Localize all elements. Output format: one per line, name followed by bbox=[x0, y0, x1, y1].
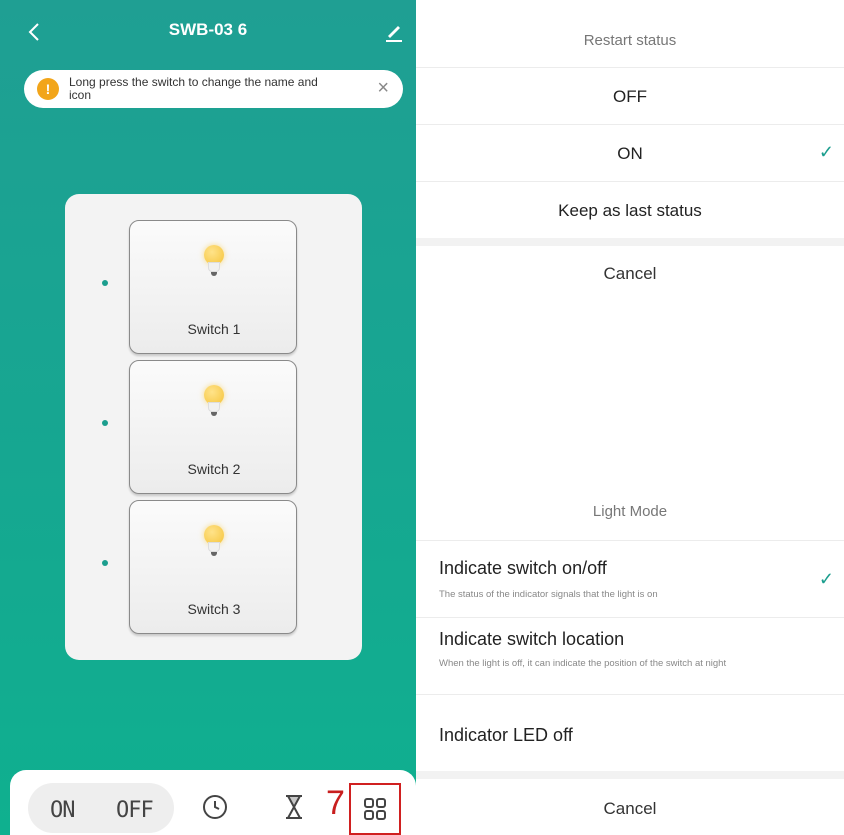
light-cancel-button[interactable]: Cancel bbox=[416, 799, 844, 819]
close-icon[interactable]: × bbox=[377, 78, 389, 98]
switch-2-button[interactable]: Switch 2 bbox=[129, 360, 297, 494]
restart-option-off[interactable]: OFF bbox=[416, 69, 844, 125]
settings-sheets: Restart status OFF ON ✓ Keep as last sta… bbox=[416, 0, 844, 835]
indicator-dot bbox=[102, 280, 108, 286]
option-label: ON bbox=[617, 144, 643, 163]
restart-option-on[interactable]: ON ✓ bbox=[416, 126, 844, 182]
tip-text: Long press the switch to change the name… bbox=[69, 75, 318, 102]
pencil-icon bbox=[386, 26, 402, 42]
checkmark-icon: ✓ bbox=[818, 569, 834, 589]
switch-3-button[interactable]: Switch 3 bbox=[129, 500, 297, 634]
option-description: When the light is off, it can indicate t… bbox=[439, 658, 727, 669]
top-bar: SWB-03 6 bbox=[0, 14, 416, 50]
section-gap bbox=[416, 238, 844, 246]
restart-status-title: Restart status bbox=[583, 32, 677, 49]
edit-button[interactable] bbox=[382, 18, 406, 46]
option-label: Indicate switch location bbox=[439, 629, 625, 649]
device-screen: SWB-03 6 ! Long press the switch to chan… bbox=[0, 0, 416, 835]
checkmark-icon: ✓ bbox=[818, 142, 834, 162]
switch-label: Switch 2 bbox=[187, 461, 241, 477]
more-button[interactable] bbox=[364, 798, 386, 820]
option-label: Keep as last status bbox=[558, 201, 702, 220]
bulb-icon bbox=[202, 245, 226, 281]
light-option-location[interactable]: Indicate switch location When the light … bbox=[416, 618, 844, 694]
on-off-group: ON OFF bbox=[28, 783, 174, 833]
switch-label: Switch 1 bbox=[187, 321, 241, 337]
switch-row: Switch 2 bbox=[65, 360, 362, 494]
schedule-button[interactable] bbox=[202, 794, 228, 820]
bottom-toolbar: ON OFF 7 bbox=[10, 770, 416, 835]
bulb-icon bbox=[202, 525, 226, 561]
light-option-led-off[interactable]: Indicator LED off bbox=[416, 695, 844, 771]
indicator-dot bbox=[102, 560, 108, 566]
option-label: Indicate switch on/off bbox=[439, 558, 607, 578]
warning-icon: ! bbox=[37, 78, 59, 100]
divider bbox=[416, 124, 844, 125]
restart-option-keep-last[interactable]: Keep as last status bbox=[416, 183, 844, 239]
option-label: OFF bbox=[613, 87, 647, 106]
switch-row: Switch 3 bbox=[65, 500, 362, 634]
switch-panel: Switch 1 Switch 2 Switch 3 bbox=[65, 194, 362, 660]
indicator-dot bbox=[102, 420, 108, 426]
switch-label: Switch 3 bbox=[187, 601, 241, 617]
timer-button[interactable] bbox=[282, 794, 306, 820]
page-title: SWB-03 6 bbox=[168, 20, 248, 39]
hourglass-icon bbox=[286, 795, 302, 819]
grid-icon bbox=[364, 798, 386, 820]
switch-row: Switch 1 bbox=[65, 220, 362, 354]
option-description: The status of the indicator signals that… bbox=[439, 589, 658, 600]
all-off-button[interactable]: OFF bbox=[116, 798, 154, 823]
section-gap bbox=[416, 771, 844, 779]
tip-banner: ! Long press the switch to change the na… bbox=[24, 70, 403, 108]
clock-icon bbox=[203, 795, 227, 819]
divider bbox=[416, 67, 844, 68]
all-on-button[interactable]: ON bbox=[50, 798, 75, 823]
annotation-number: 7 bbox=[326, 784, 345, 822]
bulb-icon bbox=[202, 385, 226, 421]
light-option-on-off[interactable]: Indicate switch on/off The status of the… bbox=[416, 541, 844, 617]
switch-1-button[interactable]: Switch 1 bbox=[129, 220, 297, 354]
divider bbox=[416, 181, 844, 182]
restart-cancel-button[interactable]: Cancel bbox=[416, 264, 844, 284]
light-mode-title: Light Mode bbox=[592, 503, 668, 520]
option-label: Indicator LED off bbox=[439, 725, 573, 745]
